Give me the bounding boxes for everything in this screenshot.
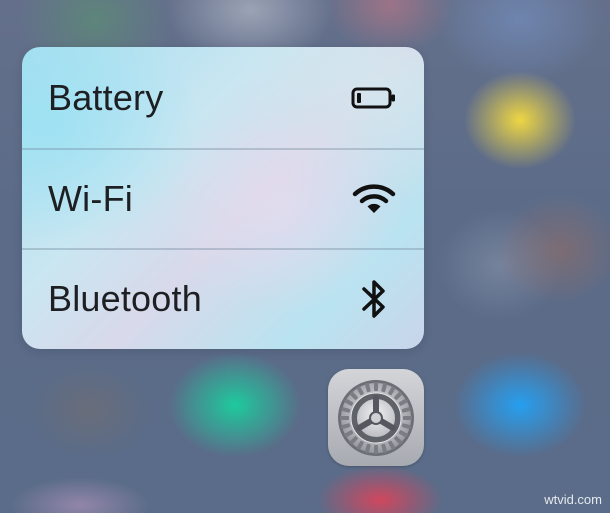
wifi-icon xyxy=(350,175,398,223)
quick-action-battery[interactable]: Battery xyxy=(22,47,424,149)
settings-gear-icon xyxy=(338,379,414,456)
quick-action-label-wifi: Wi-Fi xyxy=(48,178,133,219)
quick-action-bluetooth[interactable]: Bluetooth xyxy=(22,249,424,349)
settings-app-icon[interactable] xyxy=(328,369,424,466)
quick-action-label-battery: Battery xyxy=(48,77,164,118)
watermark: wtvid.com xyxy=(544,492,602,507)
battery-icon xyxy=(350,74,398,122)
quick-action-label-bluetooth: Bluetooth xyxy=(48,278,202,319)
quick-action-wifi[interactable]: Wi-Fi xyxy=(22,149,424,249)
bluetooth-icon xyxy=(350,275,398,323)
quick-actions-menu: Battery Wi-Fi Bluetooth xyxy=(22,47,424,349)
